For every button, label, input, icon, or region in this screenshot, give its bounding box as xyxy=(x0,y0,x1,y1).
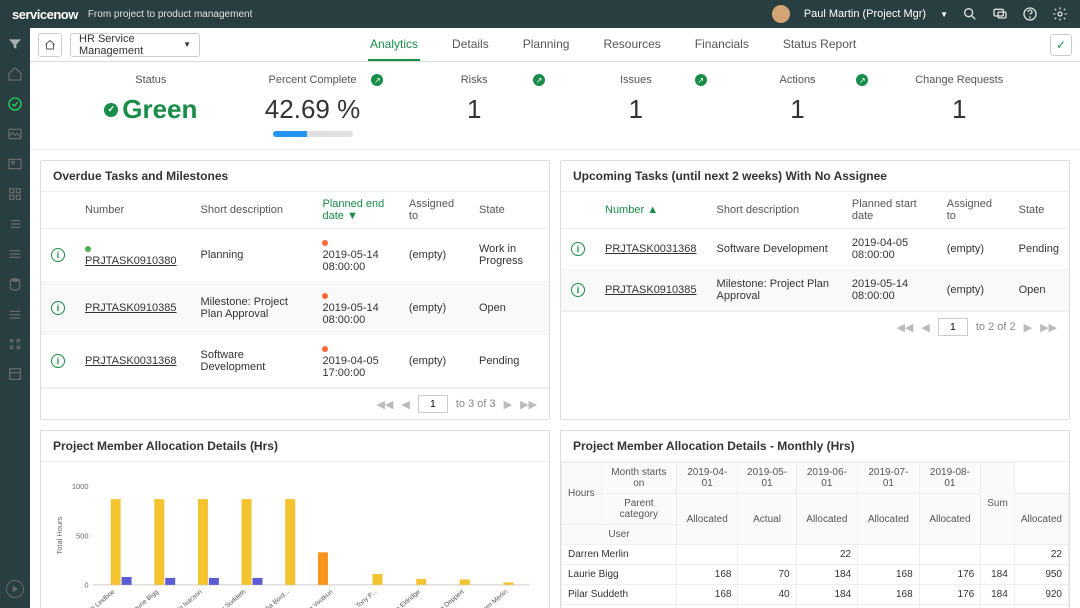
image2-nav-icon[interactable] xyxy=(7,156,23,172)
table-row: Praveen Vootkuri1001001001021331 xyxy=(562,605,1069,608)
page-input[interactable] xyxy=(938,318,968,336)
last-page-icon[interactable]: ▶▶ xyxy=(520,398,537,411)
info-icon[interactable]: i xyxy=(51,301,65,315)
user-name[interactable]: Paul Martin (Project Mgr) xyxy=(804,8,926,20)
check-nav-icon[interactable] xyxy=(7,96,23,112)
svg-text:Quintin Isacson: Quintin Isacson xyxy=(165,588,204,608)
project-dropdown[interactable]: HR Service Management xyxy=(70,33,200,57)
table-row[interactable]: i PRJTASK0910385 Milestone: Project Plan… xyxy=(41,282,549,335)
info-icon[interactable]: i xyxy=(51,354,65,368)
allocation-chart-panel: Project Member Allocation Details (Hrs) … xyxy=(40,430,550,608)
upcoming-pager: ◀◀ ◀ to 2 of 2 ▶ ▶▶ xyxy=(561,311,1069,342)
logo: servicenow xyxy=(12,7,78,22)
upcoming-panel: Upcoming Tasks (until next 2 weeks) With… xyxy=(560,160,1070,420)
list3-nav-icon[interactable] xyxy=(7,306,23,322)
svg-text:Tony P...: Tony P... xyxy=(355,588,379,608)
page-input[interactable] xyxy=(418,395,448,413)
table-row[interactable]: i PRJTASK0910385 Milestone: Project Plan… xyxy=(561,270,1069,311)
info-icon[interactable]: i xyxy=(51,248,65,262)
trend-icon: ↗ xyxy=(533,74,545,86)
filter-icon[interactable] xyxy=(7,36,23,52)
svg-text:Darren Merlin: Darren Merlin xyxy=(474,588,509,608)
task-link[interactable]: PRJTASK0031368 xyxy=(85,355,177,367)
search-icon[interactable] xyxy=(962,6,978,22)
task-link[interactable]: PRJTASK0910380 xyxy=(85,255,177,267)
grid-nav-icon[interactable] xyxy=(7,186,23,202)
image-nav-icon[interactable] xyxy=(7,126,23,142)
svg-text:Renae Eldridge: Renae Eldridge xyxy=(383,588,422,608)
table-row[interactable]: i PRJTASK0031368 Software Development 20… xyxy=(41,335,549,388)
list-nav-icon[interactable] xyxy=(7,216,23,232)
list2-nav-icon[interactable] xyxy=(7,246,23,262)
user-caret-icon[interactable]: ▼ xyxy=(940,10,948,19)
monthly-panel: Project Member Allocation Details - Mont… xyxy=(560,430,1070,608)
svg-text:500: 500 xyxy=(76,531,89,540)
svg-text:Sabrina Deppert: Sabrina Deppert xyxy=(424,588,465,608)
table-row: Pilar Suddeth16840184168176184920 xyxy=(562,585,1069,605)
svg-text:Praveen Vootkuri: Praveen Vootkuri xyxy=(292,588,335,608)
allocation-chart: 0 500 1000 Total Hours Rebekah Lindboe Laurie… xyxy=(51,472,539,608)
trend-icon: ↗ xyxy=(695,74,707,86)
svg-text:Pilar Suddeth: Pilar Suddeth xyxy=(213,588,248,608)
confirm-button[interactable]: ✓ xyxy=(1050,34,1072,56)
next-page-icon[interactable]: ▶ xyxy=(1024,321,1032,334)
tab-planning[interactable]: Planning xyxy=(521,29,572,61)
tab-financials[interactable]: Financials xyxy=(693,29,751,61)
table-row[interactable]: i PRJTASK0031368 Software Development201… xyxy=(561,229,1069,270)
prev-page-icon[interactable]: ◀ xyxy=(401,398,409,411)
overdue-panel: Overdue Tasks and Milestones Number Shor… xyxy=(40,160,550,420)
svg-text:0: 0 xyxy=(84,581,88,590)
svg-text:Samantha Bord...: Samantha Bord... xyxy=(247,588,291,608)
task-link[interactable]: PRJTASK0910385 xyxy=(85,302,177,314)
home-button[interactable] xyxy=(38,33,62,57)
toolbar: HR Service Management Analytics Details … xyxy=(30,28,1080,62)
svg-text:Total Hours: Total Hours xyxy=(55,516,64,554)
table-row: Laurie Bigg16870184168176184950 xyxy=(562,565,1069,585)
kpi-percent: ↗ Percent Complete 42.69 % xyxy=(232,74,394,137)
info-icon[interactable]: i xyxy=(571,283,585,297)
next-page-icon[interactable]: ▶ xyxy=(504,398,512,411)
first-page-icon[interactable]: ◀◀ xyxy=(376,398,393,411)
gear-icon[interactable] xyxy=(1052,6,1068,22)
play-icon[interactable] xyxy=(6,580,24,598)
help-icon[interactable] xyxy=(1022,6,1038,22)
svg-text:1000: 1000 xyxy=(72,482,89,491)
tabs: Analytics Details Planning Resources Fin… xyxy=(368,29,858,61)
task-link[interactable]: PRJTASK0910385 xyxy=(605,284,697,296)
tab-status-report[interactable]: Status Report xyxy=(781,29,858,61)
last-page-icon[interactable]: ▶▶ xyxy=(1040,321,1057,334)
table-row: Darren Merlin2222 xyxy=(562,545,1069,565)
first-page-icon[interactable]: ◀◀ xyxy=(896,321,913,334)
svg-text:Rebekah Lindboe: Rebekah Lindboe xyxy=(73,588,117,608)
board-nav-icon[interactable] xyxy=(7,366,23,382)
avatar[interactable] xyxy=(772,5,790,23)
tab-details[interactable]: Details xyxy=(450,29,491,61)
overdue-pager: ◀◀ ◀ to 3 of 3 ▶ ▶▶ xyxy=(41,388,549,419)
kpi-risks: ↗ Risks 1 xyxy=(393,74,555,137)
info-icon[interactable]: i xyxy=(571,242,585,256)
top-bar: servicenow From project to product manag… xyxy=(0,0,1080,28)
tagline: From project to product management xyxy=(88,9,253,20)
kpi-issues: ↗ Issues 1 xyxy=(555,74,717,137)
kpi-status: Status ✓Green xyxy=(70,74,232,137)
kpi-row: Status ✓Green ↗ Percent Complete 42.69 %… xyxy=(30,62,1080,150)
svg-text:Laurie Bigg: Laurie Bigg xyxy=(130,588,160,608)
prev-page-icon[interactable]: ◀ xyxy=(921,321,929,334)
table-row[interactable]: i PRJTASK0910380 Planning 2019-05-14 08:… xyxy=(41,229,549,282)
home-nav-icon[interactable] xyxy=(7,66,23,82)
kpi-changes: Change Requests 1 xyxy=(878,74,1040,137)
grid2-nav-icon[interactable] xyxy=(7,336,23,352)
db-nav-icon[interactable] xyxy=(7,276,23,292)
check-icon: ✓ xyxy=(104,103,118,117)
tab-resources[interactable]: Resources xyxy=(601,29,662,61)
chat-icon[interactable] xyxy=(992,6,1008,22)
left-sidebar xyxy=(0,28,30,608)
kpi-actions: ↗ Actions 1 xyxy=(717,74,879,137)
task-link[interactable]: PRJTASK0031368 xyxy=(605,243,697,255)
tab-analytics[interactable]: Analytics xyxy=(368,29,420,61)
